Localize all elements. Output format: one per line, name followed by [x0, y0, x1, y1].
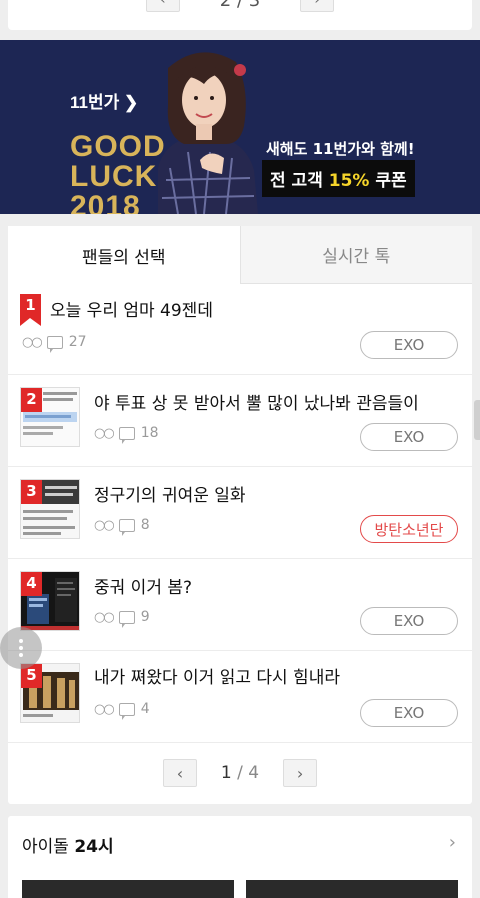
dot-icon: [19, 639, 23, 643]
post-title[interactable]: 정구기의 귀여운 일화: [94, 481, 246, 506]
list-item[interactable]: 4 중궈 이거 봄? ○○ 9 EXO: [8, 559, 472, 651]
comment-count: 8: [140, 517, 150, 533]
tab-fans-choice[interactable]: 팬들의 선택: [8, 226, 241, 284]
list-item[interactable]: 5 내가 쪄왔다 이거 읽고 다시 힘내라 ○○ 4 EXO: [8, 651, 472, 743]
dot-icon: [19, 646, 23, 650]
post-meta: ○○ 9: [94, 609, 150, 628]
comment-icon: [118, 426, 135, 444]
comment-icon: [118, 702, 135, 720]
floating-menu-button[interactable]: [0, 627, 42, 669]
views-icon: ○○: [94, 425, 115, 441]
comment-count: 4: [140, 701, 150, 717]
prev-page-button[interactable]: ‹: [162, 759, 197, 787]
post-title[interactable]: 야 투표 상 못 받아서 뿔 많이 났나봐 관음들이: [94, 389, 419, 414]
views-icon: ○○: [94, 701, 115, 717]
rank-badge: 1: [20, 294, 41, 326]
list-item[interactable]: 1 오늘 우리 엄마 49젠데 ○○ 27 EXO: [8, 284, 472, 375]
banner-model-image: [158, 52, 258, 214]
pagination: ‹ 1 / 4 ›: [8, 742, 472, 804]
chevron-left-icon: ‹: [176, 763, 184, 783]
top-pager-card: ‹ 2 / 3 ›: [8, 0, 472, 30]
rank-badge: 4: [21, 572, 42, 596]
views-icon: ○○: [94, 517, 115, 533]
top-pager: ‹ 2 / 3 ›: [8, 0, 472, 12]
post-list: 1 오늘 우리 엄마 49젠데 ○○ 27 EXO 2 야 투표 상 못 받아서…: [8, 284, 472, 743]
post-thumbnail: 3: [20, 479, 80, 539]
post-meta: ○○ 18: [94, 425, 159, 444]
fan-ranking-card: 팬들의 선택 실시간 톡 1 오늘 우리 엄마 49젠데 ○○ 27 EXO 2…: [8, 226, 472, 804]
brand-logo: 11번가 ❯: [70, 93, 139, 112]
next-page-button[interactable]: ›: [283, 759, 318, 787]
post-meta: ○○ 4: [94, 701, 150, 720]
post-thumbnail: 4: [20, 571, 80, 631]
idol-photo[interactable]: [22, 880, 234, 898]
banner-headline: 새해도 11번가와 함께!: [266, 140, 415, 158]
idol-24-card[interactable]: 아이돌 24시 ›: [8, 816, 472, 898]
promo-banner[interactable]: 11번가 ❯ GOOD LUCK 2018 새해도 11번가와 함께! 전 고객…: [0, 40, 480, 214]
page-indicator: 1 / 4: [220, 763, 260, 783]
post-thumbnail: 2: [20, 387, 80, 447]
group-tag[interactable]: EXO: [360, 607, 458, 635]
dot-icon: [19, 653, 23, 657]
post-title[interactable]: 내가 쪄왔다 이거 읽고 다시 힘내라: [94, 663, 340, 688]
post-meta: ○○ 27: [22, 334, 87, 353]
tab-live-talk[interactable]: 실시간 톡: [240, 226, 472, 284]
chevron-right-icon: ›: [296, 763, 304, 783]
rank-badge: 3: [21, 480, 42, 504]
page-indicator: 2 / 3: [219, 0, 261, 11]
list-item[interactable]: 2 야 투표 상 못 받아서 뿔 많이 났나봐 관음들이 ○○ 18 EXO: [8, 375, 472, 467]
comment-count: 18: [140, 425, 159, 441]
group-tag[interactable]: 방탄소년단: [360, 515, 458, 543]
rank-badge: 2: [21, 388, 42, 412]
post-thumbnail: 5: [20, 663, 80, 723]
post-meta: ○○ 8: [94, 517, 150, 536]
next-page-button[interactable]: ›: [300, 0, 335, 12]
comment-icon: [46, 335, 63, 353]
chevron-left-icon: ‹: [159, 0, 166, 8]
views-icon: ○○: [22, 334, 43, 350]
comment-count: 27: [68, 334, 87, 350]
views-icon: ○○: [94, 609, 115, 625]
group-tag[interactable]: EXO: [360, 331, 458, 359]
comment-icon: [118, 518, 135, 536]
post-title[interactable]: 중궈 이거 봄?: [94, 573, 192, 598]
chevron-right-icon: ›: [314, 0, 321, 8]
group-tag[interactable]: EXO: [360, 423, 458, 451]
coupon-badge: 전 고객 15% 쿠폰: [262, 160, 415, 197]
section-title: 아이돌 24시: [22, 837, 114, 857]
list-item[interactable]: 3 정구기의 귀여운 일화 ○○ 8 방탄소년단: [8, 467, 472, 559]
idol-photo[interactable]: [246, 880, 458, 898]
comment-count: 9: [140, 609, 150, 625]
chevron-right-icon[interactable]: ›: [449, 832, 456, 853]
prev-page-button[interactable]: ‹: [145, 0, 180, 12]
post-title[interactable]: 오늘 우리 엄마 49젠데: [50, 296, 213, 321]
tab-bar: 팬들의 선택 실시간 톡: [8, 226, 472, 284]
group-tag[interactable]: EXO: [360, 699, 458, 727]
scrollbar[interactable]: [474, 400, 480, 440]
comment-icon: [118, 610, 135, 628]
